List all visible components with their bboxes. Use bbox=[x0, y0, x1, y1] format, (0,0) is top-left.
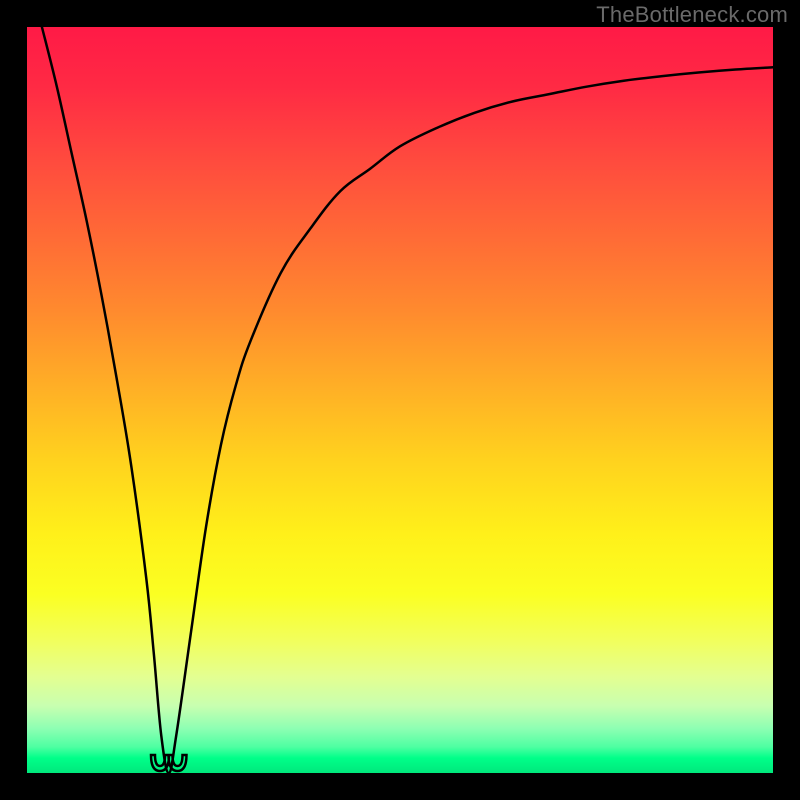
minimum-marker bbox=[151, 755, 187, 771]
watermark-text: TheBottleneck.com bbox=[596, 2, 788, 28]
bottleneck-curve bbox=[42, 27, 773, 773]
plot-area bbox=[27, 27, 773, 773]
curve-svg bbox=[27, 27, 773, 773]
chart-frame: TheBottleneck.com bbox=[0, 0, 800, 800]
